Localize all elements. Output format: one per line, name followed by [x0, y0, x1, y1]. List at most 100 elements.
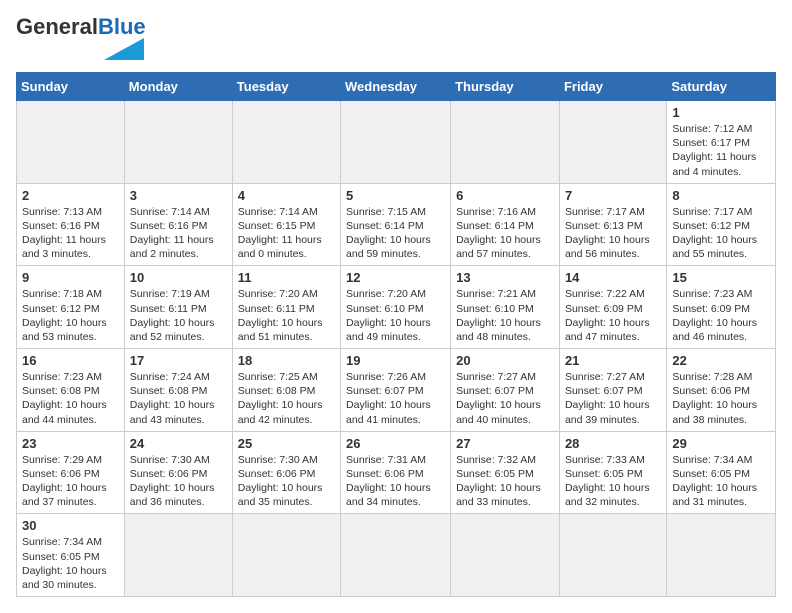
day-cell: 26 Sunrise: 7:31 AM Sunset: 6:06 PM Dayli… [341, 431, 451, 514]
day-cell: 30 Sunrise: 7:34 AM Sunset: 6:05 PM Dayli… [17, 514, 125, 597]
day-info: Sunrise: 7:23 AM Sunset: 6:08 PM Dayligh… [22, 370, 119, 427]
day-info: Sunrise: 7:34 AM Sunset: 6:05 PM Dayligh… [22, 535, 119, 592]
day-number: 15 [672, 270, 770, 285]
day-cell [559, 101, 666, 184]
day-cell: 6 Sunrise: 7:16 AM Sunset: 6:14 PM Daylig… [451, 183, 560, 266]
day-info: Sunrise: 7:15 AM Sunset: 6:14 PM Dayligh… [346, 205, 445, 262]
day-number: 13 [456, 270, 554, 285]
day-cell: 7Sunrise: 7:17 AM Sunset: 6:13 PM Daylig… [559, 183, 666, 266]
day-cell: 13 Sunrise: 7:21 AM Sunset: 6:10 PM Dayli… [451, 266, 560, 349]
day-number: 30 [22, 518, 119, 533]
day-info: Sunrise: 7:20 AM Sunset: 6:10 PM Dayligh… [346, 287, 445, 344]
day-cell: 15 Sunrise: 7:23 AM Sunset: 6:09 PM Dayli… [667, 266, 776, 349]
day-number: 21 [565, 353, 661, 368]
day-number: 12 [346, 270, 445, 285]
day-cell [341, 514, 451, 597]
week-row-6: 30 Sunrise: 7:34 AM Sunset: 6:05 PM Dayli… [17, 514, 776, 597]
day-cell: 2 Sunrise: 7:13 AM Sunset: 6:16 PM Daylig… [17, 183, 125, 266]
day-cell: 12 Sunrise: 7:20 AM Sunset: 6:10 PM Dayli… [341, 266, 451, 349]
header: General Blue [16, 16, 776, 60]
day-number: 14 [565, 270, 661, 285]
logo-triangle-icon [104, 38, 144, 60]
day-number: 25 [238, 436, 335, 451]
day-cell: 29Sunrise: 7:34 AM Sunset: 6:05 PM Dayli… [667, 431, 776, 514]
day-cell [451, 514, 560, 597]
day-cell: 27 Sunrise: 7:32 AM Sunset: 6:05 PM Dayli… [451, 431, 560, 514]
day-info: Sunrise: 7:24 AM Sunset: 6:08 PM Dayligh… [130, 370, 227, 427]
day-cell: 5Sunrise: 7:15 AM Sunset: 6:14 PM Daylig… [341, 183, 451, 266]
day-cell [559, 514, 666, 597]
day-cell: 21 Sunrise: 7:27 AM Sunset: 6:07 PM Dayli… [559, 349, 666, 432]
day-info: Sunrise: 7:14 AM Sunset: 6:16 PM Dayligh… [130, 205, 227, 262]
day-number: 2 [22, 188, 119, 203]
day-info: Sunrise: 7:13 AM Sunset: 6:16 PM Dayligh… [22, 205, 119, 262]
day-number: 28 [565, 436, 661, 451]
day-info: Sunrise: 7:30 AM Sunset: 6:06 PM Dayligh… [238, 453, 335, 510]
day-cell [17, 101, 125, 184]
day-info: Sunrise: 7:23 AM Sunset: 6:09 PM Dayligh… [672, 287, 770, 344]
weekday-header-tuesday: Tuesday [232, 73, 340, 101]
day-cell: 10 Sunrise: 7:19 AM Sunset: 6:11 PM Dayli… [124, 266, 232, 349]
day-cell: 24Sunrise: 7:30 AM Sunset: 6:06 PM Dayli… [124, 431, 232, 514]
day-info: Sunrise: 7:17 AM Sunset: 6:12 PM Dayligh… [672, 205, 770, 262]
day-cell: 22Sunrise: 7:28 AM Sunset: 6:06 PM Dayli… [667, 349, 776, 432]
day-number: 16 [22, 353, 119, 368]
day-number: 17 [130, 353, 227, 368]
day-number: 4 [238, 188, 335, 203]
day-cell: 19Sunrise: 7:26 AM Sunset: 6:07 PM Dayli… [341, 349, 451, 432]
weekday-header-monday: Monday [124, 73, 232, 101]
day-info: Sunrise: 7:26 AM Sunset: 6:07 PM Dayligh… [346, 370, 445, 427]
day-number: 10 [130, 270, 227, 285]
day-number: 23 [22, 436, 119, 451]
day-number: 27 [456, 436, 554, 451]
day-info: Sunrise: 7:18 AM Sunset: 6:12 PM Dayligh… [22, 287, 119, 344]
day-number: 9 [22, 270, 119, 285]
day-cell: 1Sunrise: 7:12 AM Sunset: 6:17 PM Daylig… [667, 101, 776, 184]
week-row-4: 16 Sunrise: 7:23 AM Sunset: 6:08 PM Dayli… [17, 349, 776, 432]
day-number: 3 [130, 188, 227, 203]
weekday-header-row: SundayMondayTuesdayWednesdayThursdayFrid… [17, 73, 776, 101]
day-info: Sunrise: 7:33 AM Sunset: 6:05 PM Dayligh… [565, 453, 661, 510]
day-info: Sunrise: 7:28 AM Sunset: 6:06 PM Dayligh… [672, 370, 770, 427]
day-number: 11 [238, 270, 335, 285]
day-cell: 8 Sunrise: 7:17 AM Sunset: 6:12 PM Daylig… [667, 183, 776, 266]
day-number: 20 [456, 353, 554, 368]
day-info: Sunrise: 7:31 AM Sunset: 6:06 PM Dayligh… [346, 453, 445, 510]
day-info: Sunrise: 7:32 AM Sunset: 6:05 PM Dayligh… [456, 453, 554, 510]
day-cell: 17 Sunrise: 7:24 AM Sunset: 6:08 PM Dayli… [124, 349, 232, 432]
day-cell [232, 514, 340, 597]
day-number: 18 [238, 353, 335, 368]
logo: General Blue [16, 16, 146, 60]
week-row-3: 9 Sunrise: 7:18 AM Sunset: 6:12 PM Daylig… [17, 266, 776, 349]
day-cell: 14Sunrise: 7:22 AM Sunset: 6:09 PM Dayli… [559, 266, 666, 349]
day-info: Sunrise: 7:21 AM Sunset: 6:10 PM Dayligh… [456, 287, 554, 344]
day-info: Sunrise: 7:19 AM Sunset: 6:11 PM Dayligh… [130, 287, 227, 344]
day-info: Sunrise: 7:14 AM Sunset: 6:15 PM Dayligh… [238, 205, 335, 262]
day-number: 8 [672, 188, 770, 203]
day-cell [124, 101, 232, 184]
day-number: 6 [456, 188, 554, 203]
day-info: Sunrise: 7:16 AM Sunset: 6:14 PM Dayligh… [456, 205, 554, 262]
day-cell: 11 Sunrise: 7:20 AM Sunset: 6:11 PM Dayli… [232, 266, 340, 349]
logo-text-general: General [16, 16, 98, 38]
day-info: Sunrise: 7:27 AM Sunset: 6:07 PM Dayligh… [456, 370, 554, 427]
week-row-1: 1Sunrise: 7:12 AM Sunset: 6:17 PM Daylig… [17, 101, 776, 184]
day-cell [341, 101, 451, 184]
weekday-header-saturday: Saturday [667, 73, 776, 101]
day-info: Sunrise: 7:25 AM Sunset: 6:08 PM Dayligh… [238, 370, 335, 427]
day-info: Sunrise: 7:27 AM Sunset: 6:07 PM Dayligh… [565, 370, 661, 427]
weekday-header-sunday: Sunday [17, 73, 125, 101]
day-number: 26 [346, 436, 445, 451]
day-cell: 23Sunrise: 7:29 AM Sunset: 6:06 PM Dayli… [17, 431, 125, 514]
day-info: Sunrise: 7:20 AM Sunset: 6:11 PM Dayligh… [238, 287, 335, 344]
day-cell: 20 Sunrise: 7:27 AM Sunset: 6:07 PM Dayli… [451, 349, 560, 432]
weekday-header-friday: Friday [559, 73, 666, 101]
day-cell: 3 Sunrise: 7:14 AM Sunset: 6:16 PM Daylig… [124, 183, 232, 266]
logo-text-blue: Blue [98, 16, 146, 38]
day-cell: 25 Sunrise: 7:30 AM Sunset: 6:06 PM Dayli… [232, 431, 340, 514]
week-row-2: 2 Sunrise: 7:13 AM Sunset: 6:16 PM Daylig… [17, 183, 776, 266]
day-cell [232, 101, 340, 184]
day-number: 24 [130, 436, 227, 451]
day-cell: 9 Sunrise: 7:18 AM Sunset: 6:12 PM Daylig… [17, 266, 125, 349]
day-cell [451, 101, 560, 184]
